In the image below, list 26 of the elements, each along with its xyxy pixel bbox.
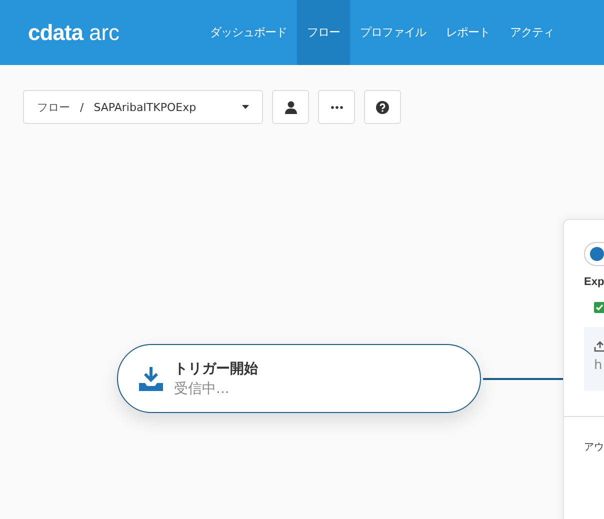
nav-tab[interactable]: ダッシュボード <box>200 0 297 65</box>
download-tray-icon <box>138 366 164 392</box>
more-icon <box>330 106 342 108</box>
user-icon <box>284 100 296 114</box>
upload-icon <box>594 341 604 352</box>
node-status: 受信中... <box>174 380 230 398</box>
logo-product: arc <box>88 20 120 46</box>
breadcrumb-separator: / <box>80 100 84 114</box>
nav-tab[interactable]: フロー <box>297 0 350 65</box>
trigger-node[interactable]: トリガー開始 受信中... <box>117 344 481 413</box>
panel-heading: Exp <box>584 276 604 288</box>
toggle-switch[interactable] <box>584 242 604 266</box>
node-title: トリガー開始 <box>174 360 258 378</box>
help-button[interactable] <box>364 90 401 124</box>
caret-icon <box>242 105 249 109</box>
logo-mark: cdata <box>28 20 83 46</box>
flow-name: SAPAribaITKPOExp <box>94 100 198 114</box>
breadcrumb-link[interactable]: フロー <box>37 100 70 114</box>
breadcrumb-dropdown[interactable]: フロー / SAPAribaITKPOExp <box>23 90 263 124</box>
user-button[interactable] <box>272 90 309 124</box>
panel-footer-label: アウ <box>584 442 604 453</box>
nav-tab[interactable]: プロファイル <box>350 0 436 65</box>
nav-tab[interactable]: アクティ <box>500 0 564 65</box>
help-icon <box>376 100 389 114</box>
field-value: h <box>594 358 604 373</box>
nav-tab[interactable]: レポート <box>436 0 500 65</box>
